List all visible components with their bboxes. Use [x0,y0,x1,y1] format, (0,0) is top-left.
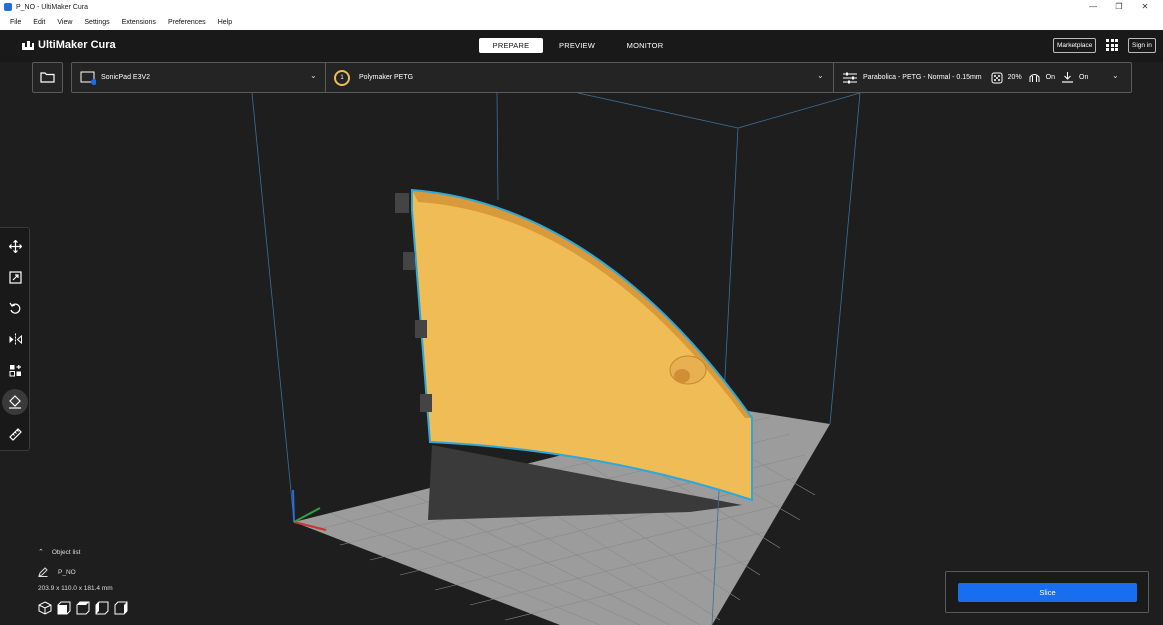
z-axis [292,489,295,523]
stage-tabs: PREPARE PREVIEW MONITOR [479,38,679,53]
tool-panel [0,227,30,451]
logo-text: UltiMaker Cura [38,39,116,51]
slice-button[interactable]: Slice [958,583,1137,602]
infill-value: 20% [1007,74,1022,81]
tab-monitor[interactable]: MONITOR [611,38,679,53]
model-tab [420,394,432,412]
app-icon [4,3,12,11]
model-boss-hole [674,369,690,383]
measure-icon [8,427,22,441]
adhesion-icon [1062,72,1074,83]
build-volume-scene [251,93,861,625]
left-view-icon[interactable] [95,601,109,615]
measure-tool[interactable] [2,421,28,447]
printer-icon [80,71,96,85]
menu-file[interactable]: File [8,19,23,26]
material-name: Polymaker PETG [359,74,414,81]
divider [833,63,834,92]
logo: UltiMaker Cura [22,39,116,51]
scale-icon [8,270,22,284]
menu-view[interactable]: View [55,19,74,26]
menu-settings[interactable]: Settings [82,19,111,26]
material-selector[interactable]: 1 Polymaker PETG ⌄ [334,63,832,92]
printer-selector[interactable]: SonicPad E3V2 ⌄ [80,63,325,92]
window-title: P_NO - UltiMaker Cura [16,3,88,11]
3d-view-icon[interactable] [38,601,52,615]
open-file-button[interactable] [32,62,63,93]
window-titlebar: P_NO - UltiMaker Cura — ❐ ✕ [0,0,1163,14]
chevron-down-icon: ⌄ [817,71,824,80]
per-model-settings-tool[interactable] [2,357,28,383]
marketplace-button[interactable]: Marketplace [1053,38,1097,53]
rotate-icon [9,302,20,314]
chevron-up-icon: ⌃ [38,549,44,556]
object-dimensions: 203.9 x 110.0 x 181.4 mm [38,585,113,592]
model-tab [395,193,409,213]
chevron-down-icon: ⌄ [310,71,317,80]
support-blocker-icon [9,395,21,409]
top-view-icon[interactable] [76,601,90,615]
apps-grid-icon[interactable] [1106,39,1118,51]
rotate-tool[interactable] [2,295,28,321]
mirror-tool[interactable] [2,326,28,352]
per-model-settings-icon [9,364,21,376]
settings-sliders-icon [843,72,857,83]
object-name-row[interactable]: P_NO [38,567,128,577]
divider [325,63,326,92]
menu-edit[interactable]: Edit [31,19,47,26]
model-tab [403,252,415,270]
model-tab [415,320,427,338]
app-header: UltiMaker Cura PREPARE PREVIEW MONITOR M… [0,30,1163,62]
folder-icon [40,72,55,83]
view-buttons [38,601,128,615]
right-view-icon[interactable] [114,601,128,615]
support-value: On [1045,74,1056,81]
chevron-down-icon: ⌄ [1112,71,1119,80]
menu-preferences[interactable]: Preferences [166,19,208,26]
signin-button[interactable]: Sign in [1128,38,1156,53]
slice-panel: Slice [945,571,1149,613]
front-view-icon[interactable] [57,601,71,615]
maximize-button[interactable]: ❐ [1106,0,1132,14]
adhesion-value: On [1079,74,1089,81]
menu-bar: File Edit View Settings Extensions Prefe… [0,14,1163,30]
tab-prepare[interactable]: PREPARE [479,38,543,53]
support-blocker-tool[interactable] [2,389,28,415]
print-settings-selector[interactable]: Parabolica - PETG - Normal - 0.15mm 20% … [842,63,1127,92]
menu-help[interactable]: Help [216,19,234,26]
edit-pencil-icon [38,567,48,577]
move-tool[interactable] [2,233,28,259]
extruder-badge: 1 [334,69,350,86]
printer-bar: SonicPad E3V2 ⌄ 1 Polymaker PETG ⌄ Parab… [71,62,1132,93]
minimize-button[interactable]: — [1080,0,1106,14]
profile-name: Parabolica - PETG - Normal - 0.15mm [863,74,982,81]
infill-icon [991,72,1003,83]
object-list-header: Object list [51,548,81,556]
object-list-toggle[interactable]: ⌃ Object list [38,548,128,557]
scale-tool[interactable] [2,264,28,290]
support-icon [1029,74,1040,82]
3d-viewport[interactable] [0,93,1163,625]
printer-name: SonicPad E3V2 [101,74,151,81]
menu-extensions[interactable]: Extensions [120,19,158,26]
move-icon [8,239,22,253]
tab-preview[interactable]: PREVIEW [543,38,611,53]
close-button[interactable]: ✕ [1132,0,1158,14]
ultimaker-logo-icon [22,40,34,50]
mirror-icon [9,333,22,345]
object-list-panel: ⌃ Object list P_NO 203.9 x 110.0 x 181.4… [38,548,128,615]
object-name: P_NO [58,568,76,576]
